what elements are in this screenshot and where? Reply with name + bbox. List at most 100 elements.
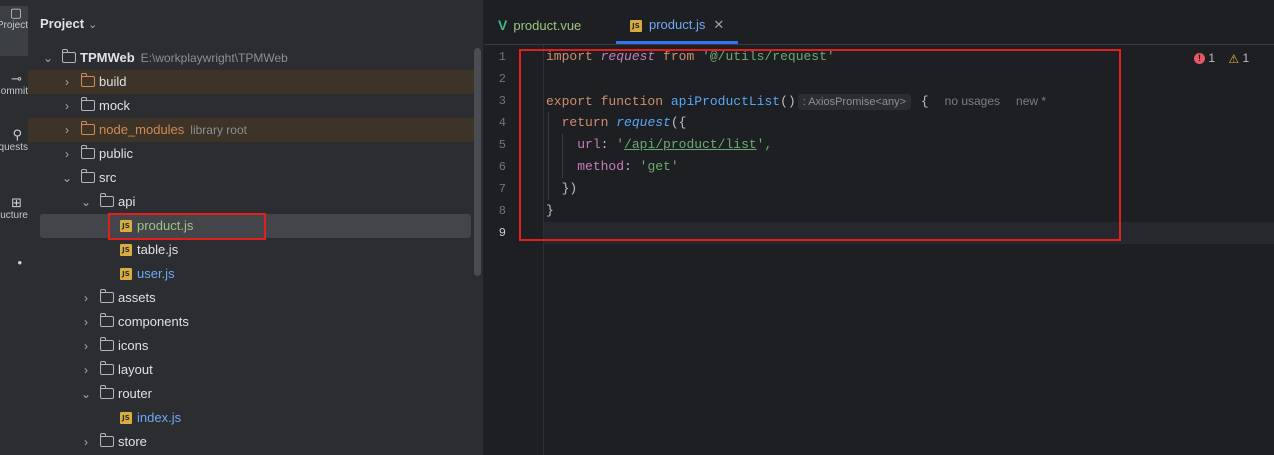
close-icon[interactable]: ✕ — [713, 17, 724, 32]
folder-icon — [99, 337, 114, 351]
project-path: E:\workplaywright\TPMWeb — [140, 51, 288, 65]
tree-node-icons[interactable]: › icons — [28, 334, 475, 358]
tree-node-label: components — [118, 314, 189, 329]
pull-requests-tool-button[interactable]: ⚲ Pull Requests — [0, 128, 28, 168]
project-tool-label: Project — [0, 20, 28, 31]
tree-node-label: TPMWeb E:\workplaywright\TPMWeb — [80, 50, 288, 65]
line-number: 9 — [498, 226, 506, 240]
tree-node-label: build — [99, 74, 127, 89]
chevron-right-icon[interactable]: › — [61, 118, 73, 142]
commit-icon: ⊸ — [11, 71, 22, 86]
highlight-box-code — [519, 49, 1121, 241]
editor-tab-bar: Vproduct.vue JS product.js ✕ — [484, 0, 1274, 45]
tab-label: product.vue — [513, 18, 582, 33]
more-tool-button[interactable]: • — [0, 256, 28, 276]
pull-requests-icon: ⚲ — [12, 127, 22, 142]
folder-icon — [99, 289, 114, 303]
folder-icon — [80, 97, 95, 111]
line-number: 4 — [498, 116, 506, 130]
chevron-right-icon[interactable]: › — [80, 310, 92, 334]
warning-icon: ⚠ — [1228, 51, 1240, 66]
chevron-right-icon[interactable]: › — [61, 94, 73, 118]
error-icon: ! — [1194, 53, 1205, 65]
tree-node-src[interactable]: ⌄ src — [28, 166, 475, 190]
commit-tool-button[interactable]: ⊸ Commit — [0, 72, 28, 112]
folder-icon — [99, 193, 114, 207]
tree-node-mock[interactable]: › mock — [28, 94, 475, 118]
line-number: 1 — [498, 50, 506, 64]
tree-node-user-js[interactable]: JS user.js — [28, 262, 475, 286]
tree-node-index-js[interactable]: JS index.js — [28, 406, 475, 430]
tree-node-router[interactable]: ⌄ router — [28, 382, 475, 406]
line-number: 3 — [498, 94, 506, 108]
error-count: 1 — [1208, 51, 1216, 65]
tree-node-label: mock — [99, 98, 131, 113]
folder-icon — [99, 361, 114, 375]
more-icon: • — [17, 255, 22, 270]
project-scrollbar[interactable] — [474, 48, 481, 276]
tree-node-root[interactable]: ⌄ TPMWeb E:\workplaywright\TPMWeb — [28, 46, 475, 70]
js-file-icon: JS — [120, 412, 132, 424]
chevron-right-icon[interactable]: › — [61, 70, 73, 94]
tree-node-assets[interactable]: › assets — [28, 286, 475, 310]
chevron-down-icon: ⌄ — [88, 19, 98, 31]
tree-node-build[interactable]: › build — [28, 70, 475, 94]
tree-node-api[interactable]: ⌄ api — [28, 190, 475, 214]
library-root-hint: library root — [190, 123, 247, 137]
editor-area: Vproduct.vue JS product.js ✕ ! 1 ⚠ 1 1 2 3… — [484, 0, 1274, 455]
tree-node-node-modules[interactable]: › node_modules library root — [28, 118, 475, 142]
commit-tool-label: Commit — [0, 86, 28, 97]
tree-node-label: node_modules library root — [99, 122, 247, 137]
chevron-down-icon[interactable]: ⌄ — [42, 46, 54, 70]
tree-node-label: index.js — [137, 410, 182, 425]
tree-node-public[interactable]: › public — [28, 142, 475, 166]
structure-tool-button[interactable]: ⊞ Structure — [0, 196, 28, 236]
project-panel-title: Project — [40, 16, 85, 31]
chevron-right-icon[interactable]: › — [80, 358, 92, 382]
project-tool-button[interactable]: ▢ Project — [0, 6, 28, 56]
js-file-icon: JS — [120, 268, 132, 280]
folder-icon — [99, 313, 114, 327]
line-number: 5 — [498, 138, 506, 152]
tree-node-label: user.js — [137, 266, 175, 281]
pull-requests-tool-label: Pull Requests — [0, 142, 28, 153]
line-number: 7 — [498, 182, 506, 196]
tree-node-label: api — [118, 194, 136, 209]
problems-indicator[interactable]: ! 1 ⚠ 1 — [1194, 51, 1249, 66]
project-panel: Project ⌄ ⌄ TPMWeb E:\workplaywright\TPMWe… — [28, 0, 483, 455]
active-tab-indicator — [616, 41, 738, 44]
warning-count: 1 — [1242, 51, 1250, 65]
vue-file-icon: V — [498, 17, 508, 33]
chevron-right-icon[interactable]: › — [61, 142, 73, 166]
chevron-down-icon[interactable]: ⌄ — [80, 382, 92, 406]
structure-tool-label: Structure — [0, 210, 28, 221]
tree-node-label: table.js — [137, 242, 179, 257]
project-panel-header[interactable]: Project ⌄ — [40, 16, 97, 31]
highlight-box-tree — [108, 213, 266, 240]
tree-node-label: router — [118, 386, 152, 401]
tree-node-label: src — [99, 170, 117, 185]
tree-node-label: public — [99, 146, 133, 161]
tab-product-js[interactable]: JS product.js ✕ — [630, 0, 724, 44]
chevron-right-icon[interactable]: › — [80, 286, 92, 310]
tree-node-label: assets — [118, 290, 156, 305]
chevron-down-icon[interactable]: ⌄ — [80, 190, 92, 214]
tree-node-table-js[interactable]: JS table.js — [28, 238, 475, 262]
tab-label: product.js — [649, 17, 706, 32]
js-file-icon: JS — [120, 244, 132, 256]
folder-icon — [80, 169, 95, 183]
chevron-right-icon[interactable]: › — [80, 334, 92, 358]
tree-node-components[interactable]: › components — [28, 310, 475, 334]
line-number: 8 — [498, 204, 506, 218]
tree-node-label: store — [118, 434, 147, 449]
chevron-right-icon[interactable]: › — [80, 430, 92, 454]
structure-icon: ⊞ — [11, 195, 22, 210]
tab-product-vue[interactable]: Vproduct.vue — [498, 0, 581, 44]
chevron-down-icon[interactable]: ⌄ — [61, 166, 73, 190]
folder-icon — [80, 121, 95, 135]
tree-node-layout[interactable]: › layout — [28, 358, 475, 382]
folder-icon — [61, 49, 76, 63]
folder-icon — [80, 73, 95, 87]
line-number: 2 — [498, 72, 506, 86]
tree-node-store[interactable]: › store — [28, 430, 475, 454]
